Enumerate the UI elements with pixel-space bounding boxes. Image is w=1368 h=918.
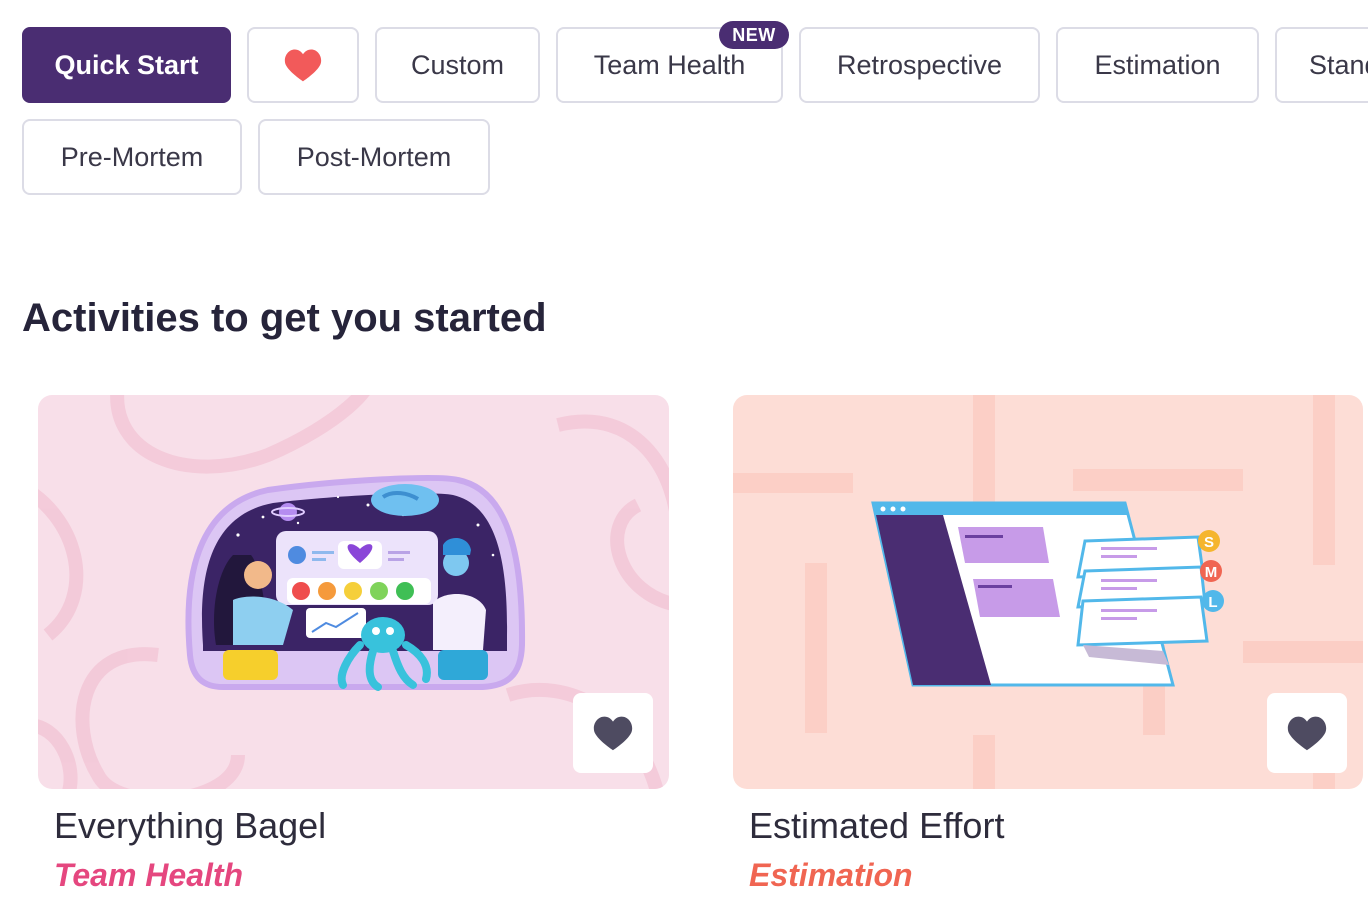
filter-retrospective[interactable]: Retrospective	[799, 27, 1040, 103]
section-title: Activities to get you started	[22, 296, 547, 340]
favorite-button[interactable]	[573, 693, 653, 773]
filter-quick-start[interactable]: Quick Start	[22, 27, 231, 103]
card-title[interactable]: Estimated Effort	[749, 805, 1004, 847]
filter-estimation[interactable]: Estimation	[1056, 27, 1259, 103]
card-title[interactable]: Everything Bagel	[54, 805, 326, 847]
card-category: Team Health	[54, 857, 244, 893]
activity-card-estimated-effort[interactable]: S M L Estimated Effort Estimation	[733, 395, 1363, 895]
activity-card-everything-bagel[interactable]: Everything Bagel Team Health	[38, 395, 669, 895]
filter-standup[interactable]: Stand	[1275, 27, 1368, 103]
size-badge-m: M	[1205, 564, 1218, 581]
heart-icon	[593, 716, 633, 751]
favorite-button[interactable]	[1267, 693, 1347, 773]
filter-post-mortem[interactable]: Post-Mortem	[258, 119, 490, 195]
filter-custom[interactable]: Custom	[375, 27, 540, 103]
heart-icon	[284, 49, 322, 82]
category-filter-bar: Quick Start Custom Team Health NEW Retro…	[0, 0, 1368, 200]
new-badge: NEW	[719, 21, 789, 49]
card-category: Estimation	[749, 857, 913, 893]
filter-favorites[interactable]	[247, 27, 359, 103]
size-badge-l: L	[1208, 594, 1217, 611]
filter-pre-mortem[interactable]: Pre-Mortem	[22, 119, 242, 195]
size-badge-s: S	[1204, 534, 1214, 551]
heart-icon	[1287, 716, 1327, 751]
